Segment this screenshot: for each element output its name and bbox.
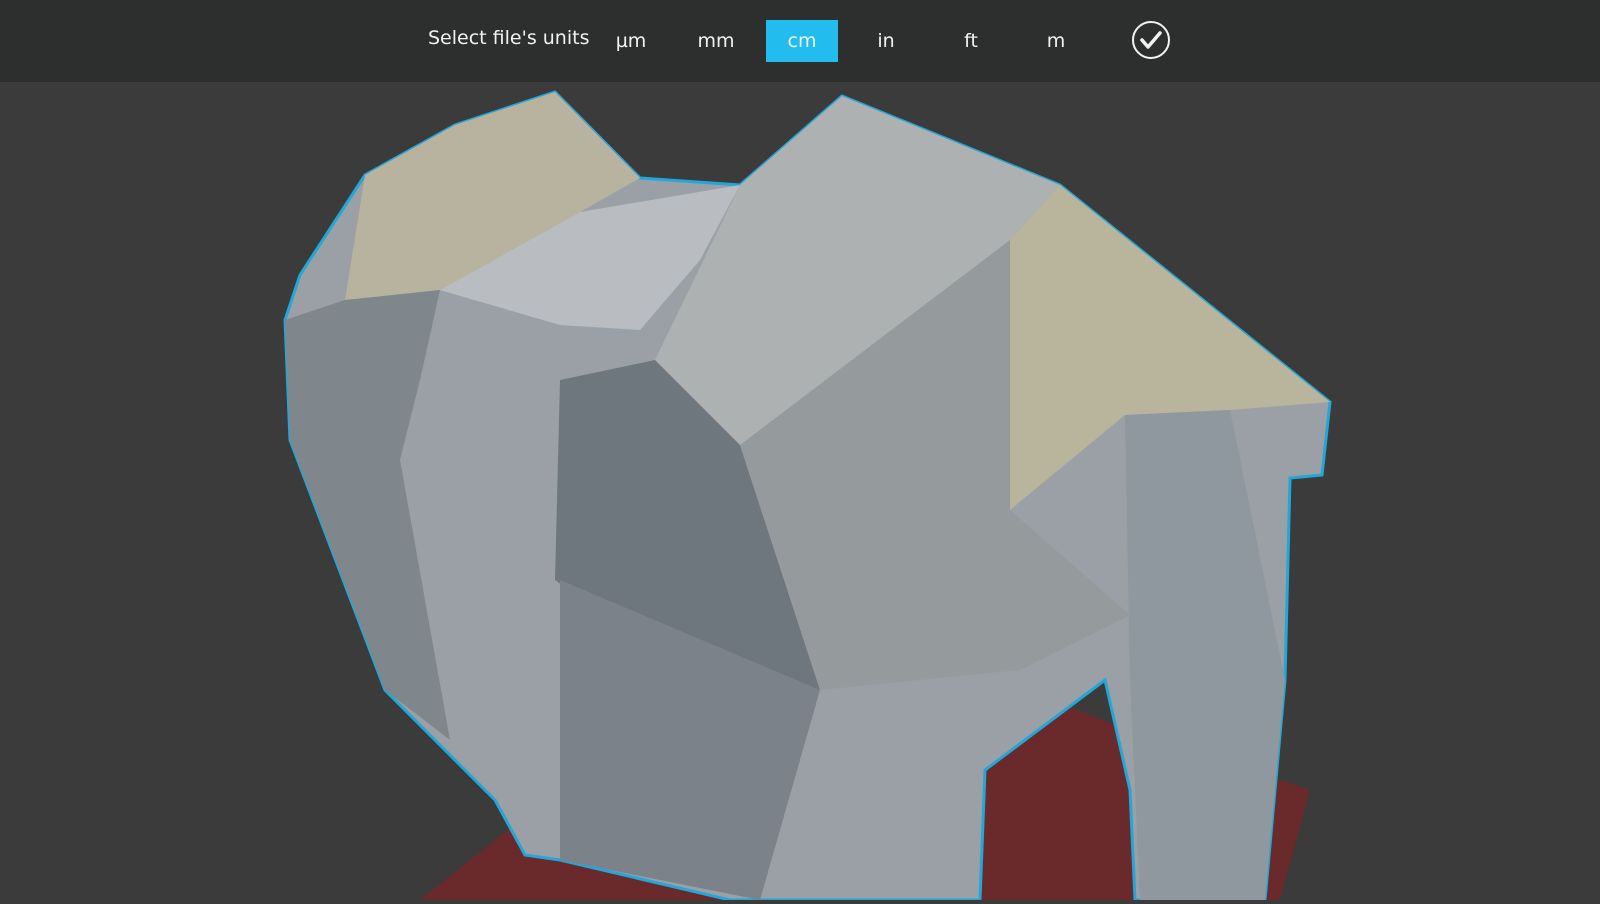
unit-in-button[interactable]: in [850,20,922,62]
unit-cm-button[interactable]: cm [766,20,838,62]
unit-ft-button[interactable]: ft [935,20,1007,62]
unit-mm-button[interactable]: mm [680,20,752,62]
units-label: Select file's units [428,27,590,49]
3d-viewport[interactable] [0,82,1600,902]
units-toolbar: Select file's units µm mm cm in ft m [0,0,1600,82]
checkmark-circle-icon [1132,21,1170,59]
unit-um-button[interactable]: µm [595,20,667,62]
3d-model [283,90,1332,902]
unit-m-button[interactable]: m [1020,20,1092,62]
confirm-button[interactable] [1131,20,1171,60]
